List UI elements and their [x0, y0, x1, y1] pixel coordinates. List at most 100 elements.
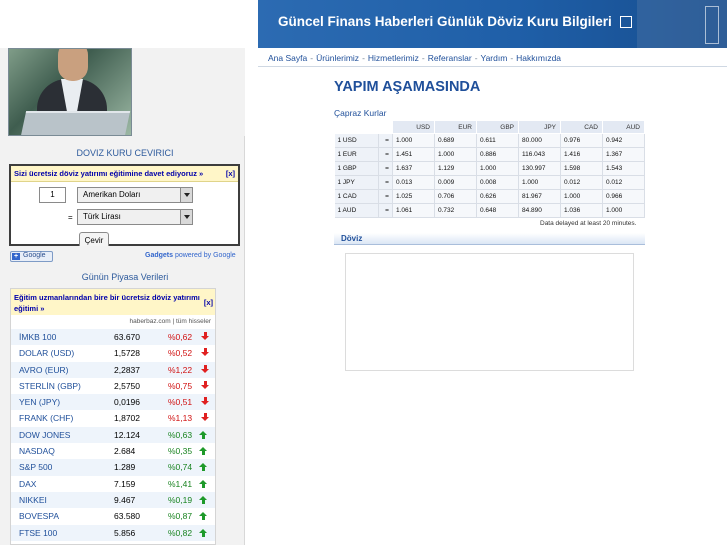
column-header: EUR: [434, 120, 477, 134]
rate-cell: 1.637: [392, 161, 435, 176]
instrument-value: 5.856: [114, 527, 136, 538]
market-row[interactable]: İMKB 100 63.670 %0,62: [11, 329, 215, 346]
instrument-name[interactable]: FTSE 100: [19, 528, 57, 538]
rate-cell: 1.543: [602, 161, 645, 176]
rate-cell: 0.012: [560, 175, 603, 190]
instrument-name[interactable]: NASDAQ: [19, 446, 55, 456]
instrument-name[interactable]: S&P 500: [19, 462, 52, 472]
market-title: Günün Piyasa Verileri: [81, 272, 169, 282]
instrument-value: 63.580: [114, 511, 140, 522]
market-row[interactable]: NIKKEI 9.467 %0,19: [11, 491, 215, 509]
instrument-name[interactable]: YEN (JPY): [19, 397, 60, 407]
market-links[interactable]: haberbaz.com | tüm hisseler: [11, 315, 215, 329]
rate-cell: 81.967: [518, 189, 561, 204]
row-currency: 1 CAD: [334, 189, 379, 204]
doviz-section-header: Döviz: [334, 233, 645, 245]
instrument-name[interactable]: DAX: [19, 479, 36, 489]
nav-item[interactable]: Ürünlerimiz: [316, 53, 359, 63]
instrument-name[interactable]: BOVESPA: [19, 511, 59, 521]
rate-cell: 1.367: [602, 147, 645, 162]
nav-separator: -: [510, 53, 514, 63]
rate-cell: 0.886: [476, 147, 519, 162]
from-currency-select[interactable]: Amerikan Doları: [77, 187, 193, 203]
market-row[interactable]: DOW JONES 12.124 %0,63: [11, 426, 215, 444]
chevron-down-icon[interactable]: [180, 210, 192, 224]
rate-cell: 80.000: [518, 133, 561, 148]
market-row[interactable]: STERLİN (GBP) 2,5750 %0,75: [11, 378, 215, 394]
cross-rates-label: Çapraz Kurlar: [334, 108, 387, 118]
rate-cell: 1.000: [392, 133, 435, 148]
rate-cell: 0.009: [434, 175, 477, 190]
row-equals: =: [378, 133, 393, 148]
instrument-value: 1.289: [114, 462, 136, 473]
nav-separator: -: [310, 53, 314, 63]
instrument-change: %0,63: [168, 429, 193, 440]
arrow-up-icon: [199, 528, 207, 537]
rate-cell: 1.000: [518, 175, 561, 190]
amount-input[interactable]: 1: [39, 187, 66, 203]
table-row: 1 GBP = 1.637 1.129 1.000 130.997 1.598 1.543: [334, 161, 645, 176]
rate-cell: 0.008: [476, 175, 519, 190]
nav-item[interactable]: Ana Sayfa: [268, 53, 307, 63]
market-row[interactable]: DAX 7.159 %1,41: [11, 476, 215, 492]
instrument-name[interactable]: FRANK (CHF): [19, 413, 73, 423]
rate-cell: 1.000: [434, 147, 477, 162]
rate-cell: 1.061: [392, 203, 435, 218]
doviz-content-box: [345, 253, 634, 371]
row-currency: 1 AUD: [334, 203, 379, 218]
gadgets-powered-by[interactable]: Gadgets powered by Google: [145, 252, 236, 259]
nav-item[interactable]: Hakkımızda: [516, 53, 561, 63]
row-currency: 1 JPY: [334, 175, 379, 190]
rate-cell: 1.036: [560, 203, 603, 218]
instrument-change: %0,87: [168, 511, 193, 522]
row-equals: =: [378, 161, 393, 176]
plus-icon: +: [12, 253, 20, 260]
market-banner-text[interactable]: Eğitim uzmanlarından bire bir ücretsiz d…: [14, 293, 200, 313]
chevron-down-icon[interactable]: [180, 188, 192, 202]
market-row[interactable]: FTSE 100 5.856 %0,82: [11, 524, 215, 541]
market-row[interactable]: YEN (JPY) 0,0196 %0,51: [11, 394, 215, 411]
rate-cell: 0.976: [560, 133, 603, 148]
square-icon: [620, 16, 632, 28]
photo-side-panel: [132, 48, 245, 136]
instrument-change: %0,51: [168, 397, 193, 408]
market-row[interactable]: BOVESPA 63.580 %0,87: [11, 508, 215, 524]
to-currency-select[interactable]: Türk Lirası: [77, 209, 193, 225]
column-header: GBP: [476, 120, 519, 134]
instrument-name[interactable]: DOLAR (USD): [19, 348, 74, 358]
gadgets-label[interactable]: Gadgets: [145, 252, 173, 259]
instrument-change: %1,13: [168, 413, 193, 424]
instrument-value: 2,5750: [114, 380, 140, 391]
converter-ad-banner[interactable]: Sizi ücretsiz döviz yatırımı eğitimine d…: [11, 166, 238, 182]
arrow-down-icon: [201, 380, 209, 389]
nav-item[interactable]: Hizmetlerimiz: [368, 53, 419, 63]
convert-button[interactable]: Çevir: [79, 232, 109, 246]
rate-cell: 0.012: [602, 175, 645, 190]
instrument-name[interactable]: İMKB 100: [19, 332, 56, 342]
add-to-google-button[interactable]: + Google: [10, 251, 53, 262]
market-data-widget: Eğitim uzmanlarından bire bir ücretsiz d…: [10, 288, 216, 545]
rate-cell: 1.000: [476, 161, 519, 176]
nav-item[interactable]: Referanslar: [428, 53, 472, 63]
converter-banner-text[interactable]: Sizi ücretsiz döviz yatırımı eğitimine d…: [14, 169, 203, 178]
market-row[interactable]: AVRO (EUR) 2,2837 %1,22: [11, 361, 215, 378]
rate-cell: 0.648: [476, 203, 519, 218]
powered-by-label[interactable]: powered by Google: [175, 252, 236, 259]
instrument-value: 2.684: [114, 446, 136, 457]
instrument-name[interactable]: STERLİN (GBP): [19, 381, 81, 391]
instrument-name[interactable]: NIKKEI: [19, 495, 47, 505]
arrow-up-icon: [199, 512, 207, 521]
market-row[interactable]: FRANK (CHF) 1,8702 %1,13: [11, 410, 215, 426]
rate-cell: 1.000: [560, 189, 603, 204]
market-row[interactable]: DOLAR (USD) 1,5728 %0,52: [11, 345, 215, 361]
converter-close-link[interactable]: [x]: [226, 169, 235, 178]
instrument-name[interactable]: AVRO (EUR): [19, 365, 68, 375]
instrument-value: 63.670: [114, 332, 140, 342]
arrow-up-icon: [199, 479, 207, 488]
market-row[interactable]: NASDAQ 2.684 %0,35: [11, 443, 215, 459]
instrument-name[interactable]: DOW JONES: [19, 430, 70, 440]
market-ad-banner[interactable]: Eğitim uzmanlarından bire bir ücretsiz d…: [11, 289, 215, 315]
nav-item[interactable]: Yardım: [481, 53, 508, 63]
market-row[interactable]: S&P 500 1.289 %0,74: [11, 459, 215, 476]
market-close-link[interactable]: [x]: [204, 297, 213, 308]
